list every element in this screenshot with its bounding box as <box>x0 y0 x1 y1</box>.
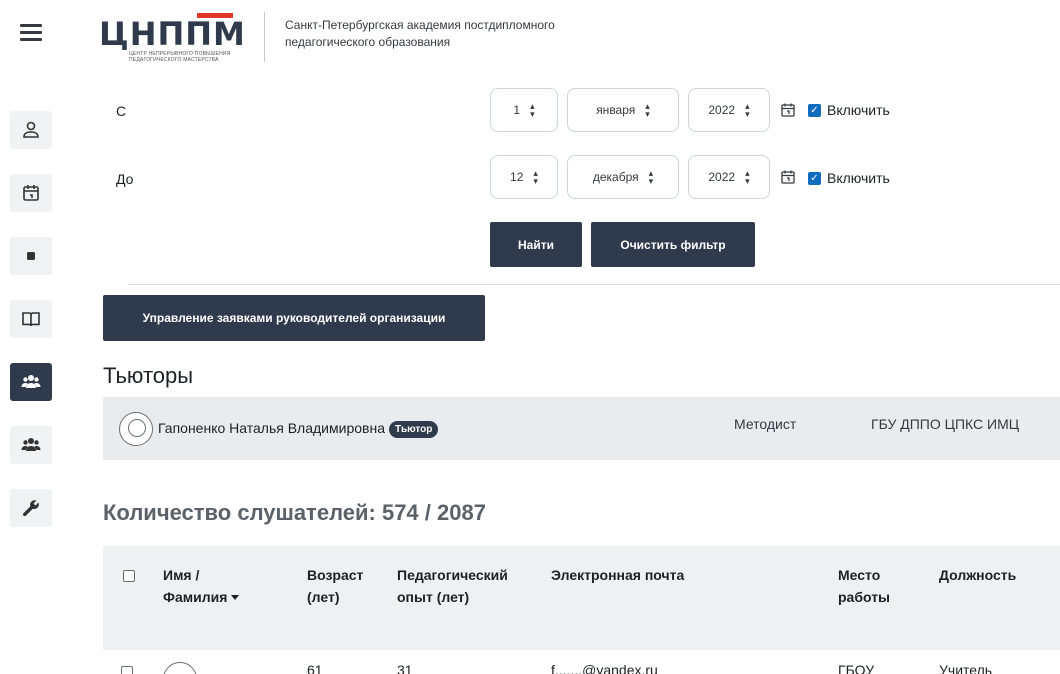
date-to-day-value: 12 <box>510 170 524 184</box>
cell-workplace: ГБОУ <box>838 662 875 674</box>
updown-icon: ▴ ▾ <box>533 168 538 186</box>
cell-age: 61 <box>307 662 323 674</box>
date-from-day-select[interactable]: 1 ▴ ▾ <box>490 88 558 132</box>
date-to-year-value: 2022 <box>708 170 736 184</box>
calendar-icon <box>23 185 39 201</box>
column-header-experience[interactable]: Педагогический опыт (лет) <box>397 564 508 608</box>
column-header-age[interactable]: Возраст (лет) <box>307 564 363 608</box>
tutor-name[interactable]: Гапоненко Наталья Владимировна <box>158 420 385 436</box>
date-from-year-select[interactable]: 2022 ▴ ▾ <box>688 88 770 132</box>
updown-icon: ▴ ▾ <box>645 101 650 119</box>
updown-icon: ▴ ▾ <box>745 101 750 119</box>
row-checkbox[interactable] <box>121 666 133 674</box>
tutor-organization: ГБУ ДППО ЦПКС ИМЦ <box>871 416 1020 432</box>
wrench-icon <box>22 500 39 517</box>
sort-desc-icon <box>231 595 240 600</box>
column-header-workplace[interactable]: Место работы <box>838 564 890 608</box>
cell-experience: 31 <box>397 662 413 674</box>
tutors-heading: Тьюторы <box>103 363 194 388</box>
date-to-month-value: декабря <box>592 170 639 184</box>
logo-text: ЦНППМ <box>99 15 246 53</box>
manage-requests-button[interactable]: Управление заявками руководителей органи… <box>103 295 485 341</box>
checkbox-checked-icon[interactable]: ✓ <box>808 103 821 117</box>
academy-name-line1: Санкт-Петербургская академия постдипломн… <box>285 18 555 32</box>
column-header-name[interactable]: Имя / Фамилия <box>163 564 240 608</box>
cell-position: Учитель <box>939 662 993 674</box>
date-from-year-value: 2022 <box>708 103 736 117</box>
table-row: 61 31 f.......@yandex.ru ГБОУ Учитель <box>103 662 1060 674</box>
date-from-day-value: 1 <box>513 103 521 117</box>
date-to-month-select[interactable]: декабря ▴ ▾ <box>567 155 679 199</box>
date-to-label: До <box>116 171 134 187</box>
column-header-workplace-line1: Место <box>838 567 881 583</box>
date-from-month-value: января <box>596 103 636 117</box>
users-icon <box>21 438 41 451</box>
users-icon <box>21 375 41 388</box>
find-button[interactable]: Найти <box>490 222 582 267</box>
date-from-label: С <box>116 103 127 119</box>
book-icon <box>22 312 40 327</box>
clear-filter-button[interactable]: Очистить фильтр <box>591 222 755 267</box>
date-to-year-select[interactable]: 2022 ▴ ▾ <box>688 155 770 199</box>
sidebar-item-participants[interactable] <box>10 426 52 464</box>
checkbox-checked-icon[interactable]: ✓ <box>808 171 821 185</box>
logo-subtitle-line2: ПЕДАГОГИЧЕСКОГО МАСТЕРСТВА <box>129 57 219 63</box>
tutor-position: Методист <box>734 416 797 432</box>
logo[interactable]: ЦНППМ ЦЕНТР НЕПРЕРЫВНОГО ПОВЫШЕНИЯ ПЕДАГ… <box>99 12 259 64</box>
sidebar-item-dashboard[interactable] <box>10 237 52 275</box>
select-all-checkbox[interactable] <box>123 570 135 582</box>
listeners-count-heading: Количество слушателей: 574 / 2087 <box>103 500 486 525</box>
sidebar-item-profile[interactable] <box>10 111 52 149</box>
header-divider <box>264 12 265 62</box>
calendar-icon[interactable] <box>781 170 795 184</box>
tutor-row: Гапоненко Наталья Владимировна Тьютор Мет… <box>103 397 1060 460</box>
column-header-email[interactable]: Электронная почта <box>551 564 684 586</box>
sidebar-item-calendar[interactable] <box>10 174 52 212</box>
updown-icon: ▴ ▾ <box>648 168 654 186</box>
column-header-age-line1: Возраст <box>307 567 364 583</box>
table-header: Имя / Фамилия Возраст (лет) Педагогическ… <box>103 546 1060 650</box>
column-header-age-line2: (лет) <box>307 589 340 605</box>
sidebar-item-courses[interactable] <box>10 300 52 338</box>
sidebar-item-admin[interactable] <box>10 489 52 527</box>
cell-email: f.......@yandex.ru <box>551 662 658 674</box>
date-from-month-select[interactable]: января ▴ ▾ <box>567 88 679 132</box>
calendar-icon[interactable] <box>781 103 795 117</box>
column-header-experience-line2: опыт (лет) <box>397 589 470 605</box>
column-header-workplace-line2: работы <box>838 589 891 605</box>
date-to-enable[interactable]: ✓ Включить <box>808 170 890 186</box>
menu-toggle-icon[interactable] <box>20 24 42 42</box>
logo-subtitle: ЦЕНТР НЕПРЕРЫВНОГО ПОВЫШЕНИЯ ПЕДАГОГИЧЕС… <box>129 51 231 63</box>
column-header-name-line2: Фамилия <box>163 589 228 605</box>
date-to-enable-label: Включить <box>827 170 890 186</box>
square-icon <box>27 252 35 260</box>
academy-name-line2: педагогического образования <box>285 35 451 49</box>
avatar[interactable] <box>119 412 153 446</box>
divider <box>128 284 1060 285</box>
updown-icon: ▴ ▾ <box>530 101 535 119</box>
column-header-experience-line1: Педагогический <box>397 567 508 583</box>
academy-name: Санкт-Петербургская академия постдипломн… <box>285 17 555 51</box>
column-header-position[interactable]: Должность <box>939 564 1016 586</box>
date-from-enable-label: Включить <box>827 102 890 118</box>
tutor-name-cell: Гапоненко Наталья Владимировна Тьютор <box>158 420 439 438</box>
sidebar-item-groups-active[interactable] <box>10 363 52 401</box>
user-icon <box>23 121 39 138</box>
updown-icon: ▴ ▾ <box>745 168 750 186</box>
date-to-day-select[interactable]: 12 ▴ ▾ <box>490 155 558 199</box>
date-from-enable[interactable]: ✓ Включить <box>808 102 890 118</box>
column-header-name-line1: Имя / <box>163 567 200 583</box>
tutor-badge: Тьютор <box>388 421 439 438</box>
avatar[interactable] <box>163 662 197 674</box>
